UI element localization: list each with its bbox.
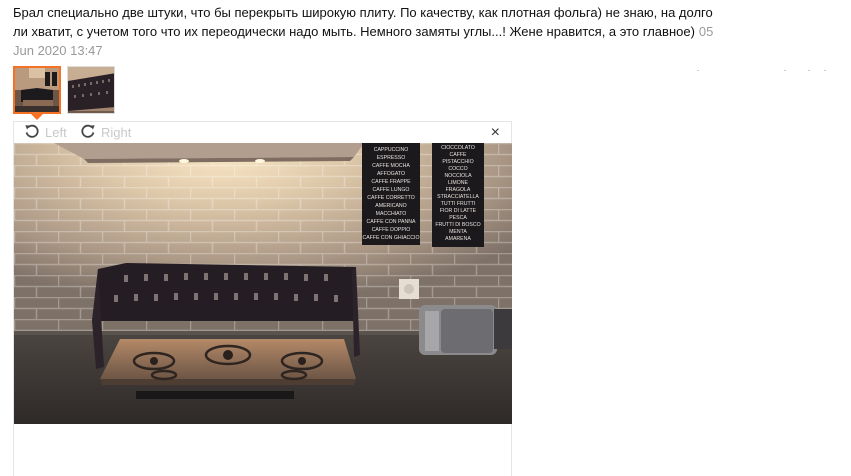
svg-text:LIMONE: LIMONE [448,180,468,186]
thumbnail-strip [13,66,115,114]
svg-text:FIOR DI LATTE: FIOR DI LATTE [440,208,477,214]
svg-text:PESCA: PESCA [449,215,467,221]
rotate-right-button[interactable]: Right [80,124,131,141]
rotate-right-label: Right [101,125,132,140]
image-viewer: Left Right × CAPPUCCINO ESPRESSO CAFFE M… [13,121,512,476]
svg-text:CAFFE: CAFFE [449,152,467,158]
svg-text:CAFFE MOCHA: CAFFE MOCHA [372,163,410,169]
review-text-block: Брал специально две штуки, что бы перекр… [13,3,723,60]
svg-text:NOCCIOLA: NOCCIOLA [444,173,472,179]
thumbnail-photo-1[interactable] [13,66,61,114]
svg-text:STRACCIATELLA: STRACCIATELLA [437,194,479,200]
svg-text:CAFFE CON PANNA: CAFFE CON PANNA [367,219,416,225]
svg-text:AMARENA: AMARENA [445,236,471,242]
svg-text:FRUTTI DI BOSCO: FRUTTI DI BOSCO [435,222,480,228]
svg-text:AMERICANO: AMERICANO [375,203,406,209]
svg-text:MENTA: MENTA [449,229,467,235]
review-text: Брал специально две штуки, что бы перекр… [13,5,713,39]
thumbnail-image [15,68,59,112]
review-photo: CAPPUCCINO ESPRESSO CAFFE MOCHA AFFOGATO… [14,143,512,424]
svg-text:PISTACCHIO: PISTACCHIO [442,159,473,165]
viewer-toolbar: Left Right × [14,122,511,143]
svg-text:COCCO: COCCO [448,166,467,172]
rotate-left-label: Left [45,125,67,140]
svg-text:CAFFE DOPPIO: CAFFE DOPPIO [372,227,411,233]
close-button[interactable]: × [491,124,500,141]
svg-text:CAFFE CON GHIACCIO: CAFFE CON GHIACCIO [362,235,419,241]
svg-text:AFFOGATO: AFFOGATO [377,171,405,177]
svg-text:MACCHIATO: MACCHIATO [376,211,407,217]
rotate-left-button[interactable]: Left [24,124,67,141]
svg-text:ESPRESSO: ESPRESSO [377,155,406,161]
svg-text:CAFFE CORRETTO: CAFFE CORRETTO [367,195,414,201]
thumbnail-image [68,67,114,113]
svg-text:CIOCCOLATO: CIOCCOLATO [441,145,475,151]
rotate-right-icon [80,123,96,142]
selected-thumbnail-indicator [31,114,43,120]
thumbnail-photo-2[interactable] [67,66,115,114]
svg-text:CAPPUCCINO: CAPPUCCINO [374,147,409,153]
svg-text:FRAGOLA: FRAGOLA [446,187,471,193]
svg-text:CAFFE LUNGO: CAFFE LUNGO [373,187,410,193]
svg-text:CAFFE FRAPPE: CAFFE FRAPPE [371,179,411,185]
svg-text:TUTTI FRUTTI: TUTTI FRUTTI [441,201,476,207]
rotate-left-icon [24,123,40,142]
